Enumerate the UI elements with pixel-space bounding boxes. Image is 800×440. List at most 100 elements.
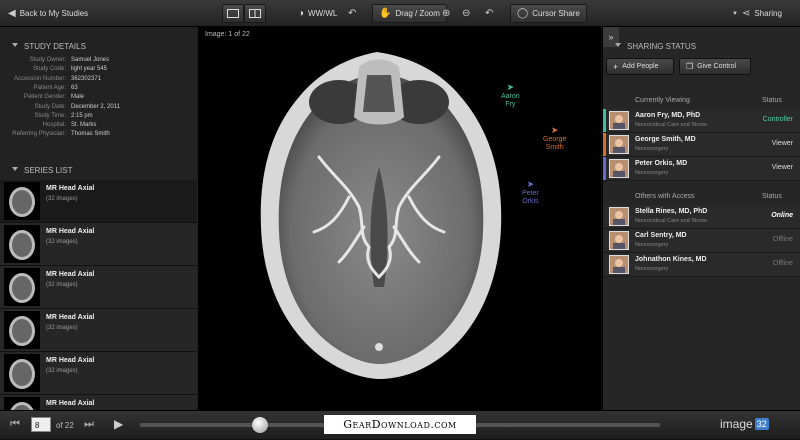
- collapse-triangle-icon: [615, 43, 621, 47]
- single-view-button[interactable]: [222, 4, 244, 23]
- series-thumbnail: [4, 354, 40, 392]
- logo-text: image: [720, 417, 753, 431]
- person-row[interactable]: George Smith, MD Neurosurgery Viewer: [603, 133, 800, 157]
- study-detail-row: Hospital: St. Marks: [0, 121, 198, 130]
- add-people-button[interactable]: + Add People: [606, 58, 674, 75]
- cursor-name-last: Fry: [505, 101, 516, 108]
- person-row[interactable]: Aaron Fry, MD, PhD Neurocritical Care and…: [603, 109, 800, 133]
- series-count: (32 images): [46, 325, 78, 331]
- series-count: (32 images): [46, 196, 78, 202]
- person-department: Neurosurgery: [635, 146, 669, 152]
- undo-wwwl-button[interactable]: ↶: [348, 4, 356, 23]
- person-row[interactable]: Carl Sentry, MD Neurosurgery Offline: [603, 229, 800, 253]
- detail-key: Study Code:: [32, 66, 66, 73]
- others-status-heading: Status: [762, 193, 782, 200]
- sharing-status-title: SHARING STATUS: [627, 41, 697, 51]
- series-item[interactable]: MR Head Axial (32 images): [0, 266, 197, 309]
- detail-value: 362302371: [71, 75, 102, 82]
- last-image-button[interactable]: ⏭: [84, 418, 94, 431]
- cursor-pointer-icon: ➤: [506, 82, 515, 92]
- person-department: Neurosurgery: [635, 242, 669, 248]
- detail-value: light year 545: [71, 66, 108, 73]
- person-status: Online: [771, 212, 793, 219]
- series-item[interactable]: MR Head Axial (32 images): [0, 223, 197, 266]
- drag-zoom-label: Drag / Zoom: [395, 9, 440, 18]
- series-item[interactable]: MR Head Axial (32 images): [0, 309, 197, 352]
- avatar: [609, 135, 629, 154]
- detail-key: Hospital:: [42, 122, 66, 129]
- cursor-name-first: Peter: [522, 190, 539, 197]
- wwwl-button[interactable]: ◑ WW/WL: [298, 4, 337, 23]
- sharing-panel: » SHARING STATUS + Add People ❐ Give Con…: [602, 27, 800, 410]
- detail-key: Patient Age:: [33, 84, 66, 91]
- shared-cursor: ➤ George Smith: [543, 126, 566, 152]
- study-detail-row: Patient Age: 63: [0, 84, 198, 93]
- detail-key: Referring Physician:: [12, 131, 66, 138]
- person-row[interactable]: Johnathon Kines, MD Neurosurgery Offline: [603, 253, 800, 277]
- person-status: Offline: [772, 236, 793, 243]
- study-details-header[interactable]: STUDY DETAILS: [0, 38, 198, 54]
- share-icon: ⋖: [741, 7, 751, 19]
- person-name: Stella Rines, MD, PhD: [635, 208, 708, 215]
- detail-key: Patient Gender:: [23, 94, 66, 101]
- shared-cursor: ➤ Peter Orkis: [522, 180, 539, 206]
- collapse-triangle-icon: [12, 167, 18, 171]
- person-status: Controller: [762, 116, 793, 123]
- undo-zoom-button[interactable]: ↶: [485, 4, 493, 23]
- back-to-studies-button[interactable]: ◀ Back to My Studies: [8, 4, 88, 23]
- series-thumbnail: [4, 268, 40, 306]
- study-detail-row: Accession Number: 362302371: [0, 75, 198, 84]
- person-row[interactable]: Peter Orkis, MD Neurosurgery Viewer: [603, 157, 800, 181]
- person-name: Johnathon Kines, MD: [635, 256, 707, 263]
- cursor-name-first: Aaron: [501, 93, 520, 100]
- user-color-bar: [603, 157, 606, 180]
- brain-ct-scan[interactable]: [199, 27, 601, 410]
- image-slider-knob[interactable]: [251, 417, 268, 433]
- detail-value: St. Marks: [71, 122, 97, 129]
- brain-thumbnail-image: [9, 316, 35, 346]
- detail-key: Study Owner:: [29, 57, 66, 63]
- avatar: [609, 111, 629, 130]
- play-button[interactable]: ▶: [114, 417, 123, 431]
- drag-zoom-button[interactable]: ✋ Drag / Zoom: [372, 4, 447, 23]
- avatar: [609, 159, 629, 178]
- person-status: Offline: [772, 260, 793, 267]
- person-department: Neurocritical Care and Stroke: [635, 218, 708, 224]
- cursor-name-last: Smith: [545, 144, 564, 151]
- series-item[interactable]: MR Head Axial (32 images): [0, 180, 197, 223]
- zoom-in-button[interactable]: ⊕: [442, 4, 450, 23]
- skip-forward-icon: ⏭: [84, 418, 94, 430]
- split-view-button[interactable]: [244, 4, 266, 23]
- person-name: Carl Sentry, MD: [635, 232, 687, 239]
- series-thumbnail: [4, 311, 40, 349]
- sharing-button[interactable]: ▼ ⋖ Sharing: [732, 4, 782, 23]
- cursor-icon: ◯: [517, 7, 529, 19]
- detail-value: Male: [71, 94, 85, 101]
- brain-thumbnail-image: [9, 359, 35, 389]
- hand-icon: ✋: [379, 7, 392, 19]
- page-input[interactable]: 8: [31, 417, 51, 432]
- wwwl-label: WW/WL: [308, 9, 338, 18]
- sharing-status-header[interactable]: SHARING STATUS: [603, 38, 800, 54]
- person-department: Neurosurgery: [635, 170, 669, 176]
- image-viewer[interactable]: Image: 1 of 22 ➤ Aaron Fry ➤ George Smit…: [199, 27, 601, 410]
- user-color-bar: [603, 133, 606, 156]
- series-thumbnail: [4, 182, 40, 220]
- give-control-button[interactable]: ❐ Give Control: [679, 58, 751, 75]
- detail-value: 2:15 pm: [71, 112, 93, 119]
- cursor-share-button[interactable]: ◯ Cursor Share: [510, 4, 587, 23]
- study-detail-row: Referring Physician: Thomas Smith: [0, 130, 198, 139]
- tag-icon: ❐: [686, 62, 694, 71]
- avatar: [609, 231, 629, 250]
- currently-viewing-heading: Currently Viewing: [635, 97, 690, 104]
- study-detail-row: Patient Gender: Male: [0, 93, 198, 102]
- zoom-out-button[interactable]: ⊖: [462, 4, 470, 23]
- series-list-header[interactable]: SERIES LIST: [0, 162, 198, 178]
- series-item[interactable]: MR Head Axial (32 images): [0, 352, 197, 395]
- viewing-status-heading: Status: [762, 97, 782, 104]
- brain-thumbnail-image: [9, 230, 35, 260]
- cursor-share-label: Cursor Share: [532, 9, 580, 18]
- first-image-button[interactable]: ⏮: [10, 418, 20, 431]
- study-detail-row: Study Code: light year 545: [0, 65, 198, 74]
- person-row[interactable]: Stella Rines, MD, PhD Neurocritical Care …: [603, 205, 800, 229]
